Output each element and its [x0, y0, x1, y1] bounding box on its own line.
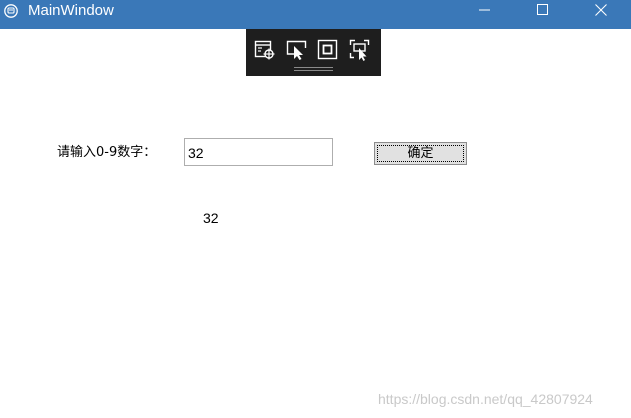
maximize-button[interactable] — [520, 0, 566, 20]
toolbar-collapse-grip[interactable] — [294, 67, 333, 71]
track-focused-element-button[interactable] — [349, 39, 371, 61]
minimize-button[interactable] — [462, 0, 508, 20]
track-focused-element-icon — [349, 39, 371, 61]
close-icon — [595, 4, 607, 16]
display-layout-adorners-icon — [317, 39, 339, 61]
confirm-button[interactable]: 确定 — [374, 142, 467, 165]
window-title: MainWindow — [28, 2, 114, 19]
debug-toolbar — [246, 29, 381, 76]
close-button[interactable] — [578, 0, 624, 20]
minimize-icon — [479, 4, 491, 16]
watermark-text: https://blog.csdn.net/qq_42807924 — [378, 391, 593, 407]
app-icon — [4, 3, 18, 18]
select-element-icon — [286, 39, 308, 61]
result-text: 32 — [203, 210, 219, 226]
display-layout-adorners-button[interactable] — [317, 39, 339, 61]
input-prompt-label: 请输入0-9数字： — [57, 145, 157, 160]
select-element-button[interactable] — [286, 39, 308, 61]
title-bar[interactable]: MainWindow — [0, 0, 631, 29]
number-input[interactable] — [184, 138, 333, 166]
live-visual-tree-icon — [254, 39, 276, 61]
confirm-button-label: 确定 — [407, 145, 434, 161]
live-visual-tree-button[interactable] — [254, 39, 276, 61]
maximize-icon — [537, 4, 549, 16]
